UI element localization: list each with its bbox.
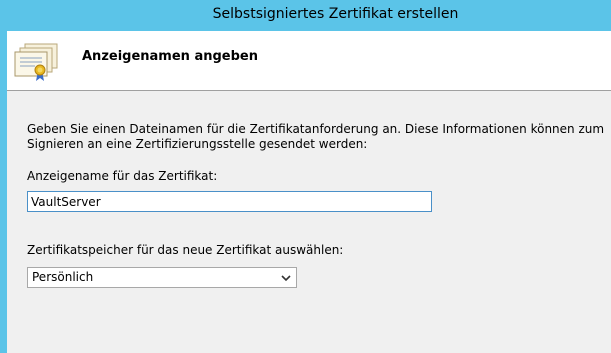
- friendly-name-input[interactable]: [27, 191, 432, 212]
- instructions-text: Geben Sie einen Dateinamen für die Zerti…: [27, 122, 605, 151]
- certificate-icon: [14, 43, 58, 81]
- title-bar[interactable]: Selbstsigniertes Zertifikat erstellen: [0, 0, 611, 31]
- window-title: Selbstsigniertes Zertifikat erstellen: [212, 6, 459, 22]
- page-title: Anzeigenamen angeben: [82, 49, 258, 64]
- dialog-window: Selbstsigniertes Zertifikat erstellen An…: [0, 0, 611, 353]
- dialog-content: Anzeigenamen angeben Geben Sie einen Dat…: [7, 31, 611, 353]
- wizard-header: Anzeigenamen angeben: [7, 31, 611, 91]
- certificate-store-label: Zertifikatspeicher für das neue Zertifik…: [27, 243, 344, 257]
- certificate-store-value: Persönlich: [32, 270, 94, 284]
- certificate-store-select[interactable]: Persönlich: [27, 267, 297, 288]
- friendly-name-label: Anzeigename für das Zertifikat:: [27, 169, 218, 183]
- chevron-down-icon: [281, 275, 291, 282]
